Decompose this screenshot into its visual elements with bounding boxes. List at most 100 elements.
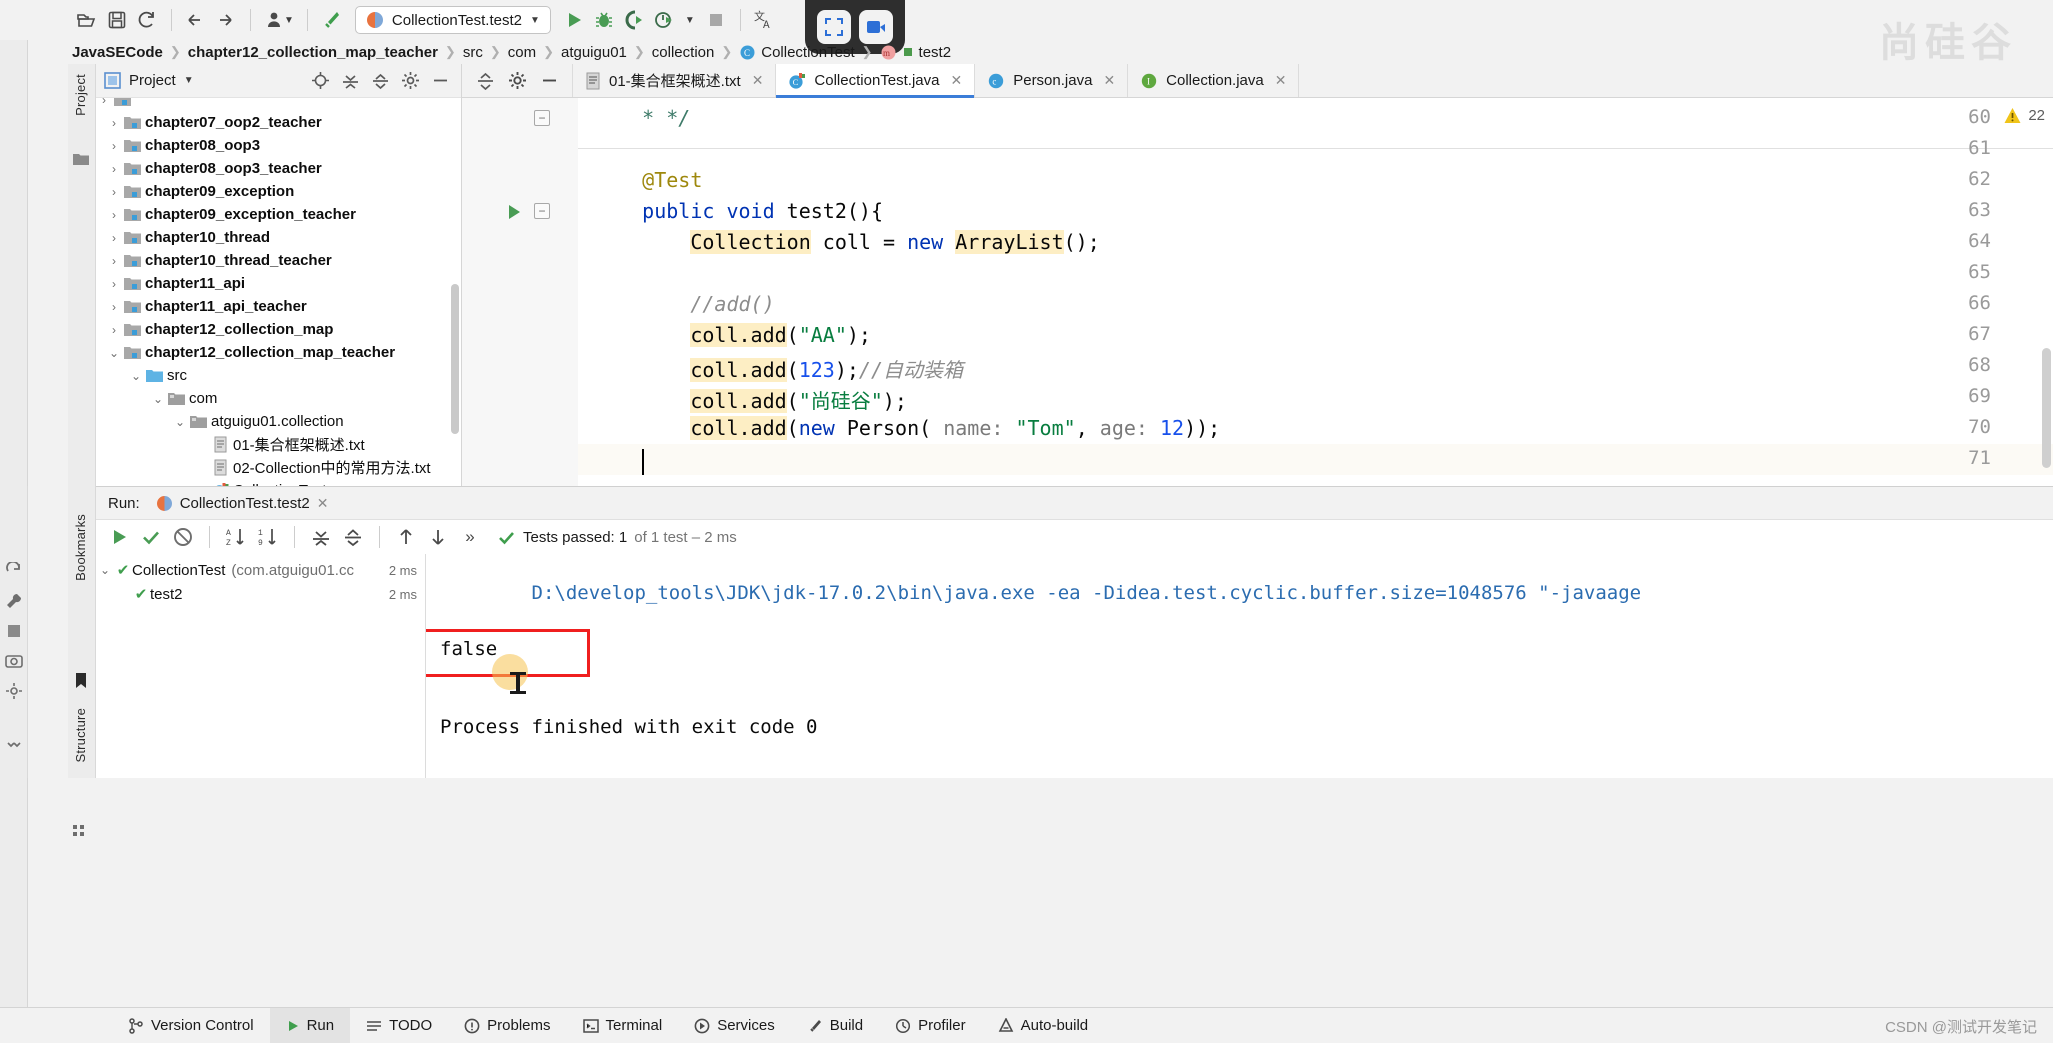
chevron-right-icon[interactable]: › [106,139,122,153]
tree-item-11[interactable]: ⌄ src [96,364,461,387]
close-icon[interactable]: ✕ [1275,72,1287,89]
collapse-all-icon[interactable] [338,523,368,551]
tree-row-partial[interactable]: › [96,98,461,111]
debug-button[interactable] [589,6,619,34]
inspection-widget[interactable]: 22 [2003,106,2045,125]
project-tree-scrollbar[interactable] [451,284,459,434]
run-button[interactable] [559,6,589,34]
close-icon[interactable]: ✕ [1103,72,1115,89]
collapse-all-icon[interactable] [472,69,498,93]
record-screen-icon[interactable] [817,10,851,44]
sort-by-duration-icon[interactable]: 19 [253,523,283,551]
chevron-down-icon[interactable]: ⌄ [150,392,166,406]
bookmark-flag-icon[interactable] [73,672,89,695]
user-caret-icon[interactable]: ▼ [284,15,294,26]
next-failed-icon[interactable] [423,523,453,551]
save-all-icon[interactable] [102,6,132,34]
breadcrumb-item-atguigu01[interactable]: atguigu01 [561,44,627,61]
chevron-right-icon[interactable]: › [106,116,122,130]
status-item-terminal[interactable]: Terminal [567,1008,679,1043]
chevron-right-icon[interactable]: › [106,231,122,245]
tree-item-5[interactable]: › chapter10_thread [96,226,461,249]
tree-item-14[interactable]: 01-集合框架概述.txt [96,433,461,456]
breadcrumb-item-src[interactable]: src [463,44,483,61]
collapse-all-icon[interactable] [367,69,393,93]
tree-item-1[interactable]: › chapter08_oop3 [96,134,461,157]
tree-item-12[interactable]: ⌄ com [96,387,461,410]
show-passed-icon[interactable] [136,523,166,551]
breadcrumb-item-project[interactable]: JavaSECode [72,44,163,61]
tree-item-4[interactable]: › chapter09_exception_teacher [96,203,461,226]
code-editor[interactable]: 60−61 62 63−64 65 66 67 68 69 70 71 * */ @Test pu… [462,98,2053,486]
editor-vertical-scrollbar[interactable] [2042,348,2051,468]
breadcrumb-item-collection[interactable]: collection [652,44,715,61]
close-icon[interactable]: ✕ [317,495,329,512]
code-text[interactable]: * */ @Test public void test2(){ Collecti… [578,98,2053,486]
close-icon[interactable]: ✕ [950,72,962,89]
status-item-build[interactable]: Build [791,1008,879,1043]
test-row-method[interactable]: ✔ test2 2 ms [96,582,425,606]
rerun-rail-icon[interactable] [0,556,28,586]
tree-item-9[interactable]: › chapter12_collection_map [96,318,461,341]
more-rail-icon[interactable] [0,730,28,760]
breadcrumb-item-class[interactable]: C CollectionTest [739,44,855,61]
more-icon[interactable]: » [455,523,485,551]
run-tab-collectiontest-test2[interactable]: CollectionTest.test2 ✕ [150,495,335,512]
breadcrumb-item-method[interactable]: m test2 [880,44,951,61]
settings-gear-icon[interactable] [504,69,530,93]
status-item-services[interactable]: Services [678,1008,791,1043]
test-results-tree[interactable]: ⌄ ✔ CollectionTest (com.atguigu01.cc 2 m… [96,554,426,778]
chevron-down-icon[interactable]: ⌄ [128,369,144,383]
chevron-right-icon[interactable]: › [106,323,122,337]
tree-item-8[interactable]: › chapter11_api_teacher [96,295,461,318]
status-item-run[interactable]: Run [269,1007,351,1043]
stop-button[interactable] [701,6,731,34]
editor-tab-collection-interface[interactable]: I Collection.java ✕ [1128,64,1300,97]
sidebar-item-bookmarks[interactable]: Bookmarks [67,508,94,587]
test-row-class[interactable]: ⌄ ✔ CollectionTest (com.atguigu01.cc 2 m… [96,558,425,582]
tree-item-7[interactable]: › chapter11_api [96,272,461,295]
tree-item-2[interactable]: › chapter08_oop3_teacher [96,157,461,180]
gutter-run-test-icon[interactable] [504,202,524,227]
chevron-down-icon[interactable]: ▼ [530,15,540,26]
chevron-right-icon[interactable]: › [106,254,122,268]
locate-icon[interactable] [307,69,333,93]
hide-panel-icon[interactable] [427,69,453,93]
tree-item-13[interactable]: ⌄ atguigu01.collection [96,410,461,433]
status-item-todo[interactable]: TODO [350,1008,448,1043]
chevron-down-icon[interactable]: ▼ [184,75,194,86]
chevron-down-icon[interactable]: ⌄ [172,415,188,429]
prev-failed-icon[interactable] [391,523,421,551]
tree-item-16[interactable]: CCollectionTest [96,479,461,486]
project-tree[interactable]: › › chapter07_oop2_teacher › chapter08_oop3… [96,98,461,486]
project-strip-icon[interactable] [72,150,90,173]
run-with-coverage-button[interactable] [619,6,649,34]
profile-caret-icon[interactable]: ▼ [685,15,695,26]
settings-gear-icon[interactable] [397,69,423,93]
status-item-profiler[interactable]: Profiler [879,1008,982,1043]
run-configuration-selector[interactable]: CollectionTest.test2 ▼ [354,6,551,34]
editor-tab-collectiontest[interactable]: C CollectionTest.java ✕ [776,64,976,98]
sidebar-item-project[interactable]: Project [67,68,94,122]
structure-grid-icon[interactable] [73,824,89,843]
status-item-version-control[interactable]: Version Control [112,1008,270,1043]
chevron-right-icon[interactable]: › [106,300,122,314]
chevron-right-icon[interactable]: › [106,208,122,222]
tree-item-6[interactable]: › chapter10_thread_teacher [96,249,461,272]
tree-item-0[interactable]: › chapter07_oop2_teacher [96,111,461,134]
chevron-right-icon[interactable]: › [96,98,112,107]
camera-rail-icon[interactable] [0,646,28,676]
sync-icon[interactable] [132,6,162,34]
editor-tab-person[interactable]: c Person.java ✕ [975,64,1129,97]
status-item-auto-build[interactable]: Auto-build [982,1008,1105,1043]
open-folder-icon[interactable] [72,6,102,34]
tree-item-15[interactable]: 02-Collection中的常用方法.txt [96,456,461,479]
hide-ignored-icon[interactable] [168,523,198,551]
back-icon[interactable] [181,6,211,34]
record-video-icon[interactable] [859,10,893,44]
forward-icon[interactable] [211,6,241,34]
chevron-right-icon[interactable]: › [106,185,122,199]
settings-rail-icon[interactable] [0,676,28,706]
status-item-problems[interactable]: Problems [448,1008,566,1043]
chevron-right-icon[interactable]: › [106,277,122,291]
